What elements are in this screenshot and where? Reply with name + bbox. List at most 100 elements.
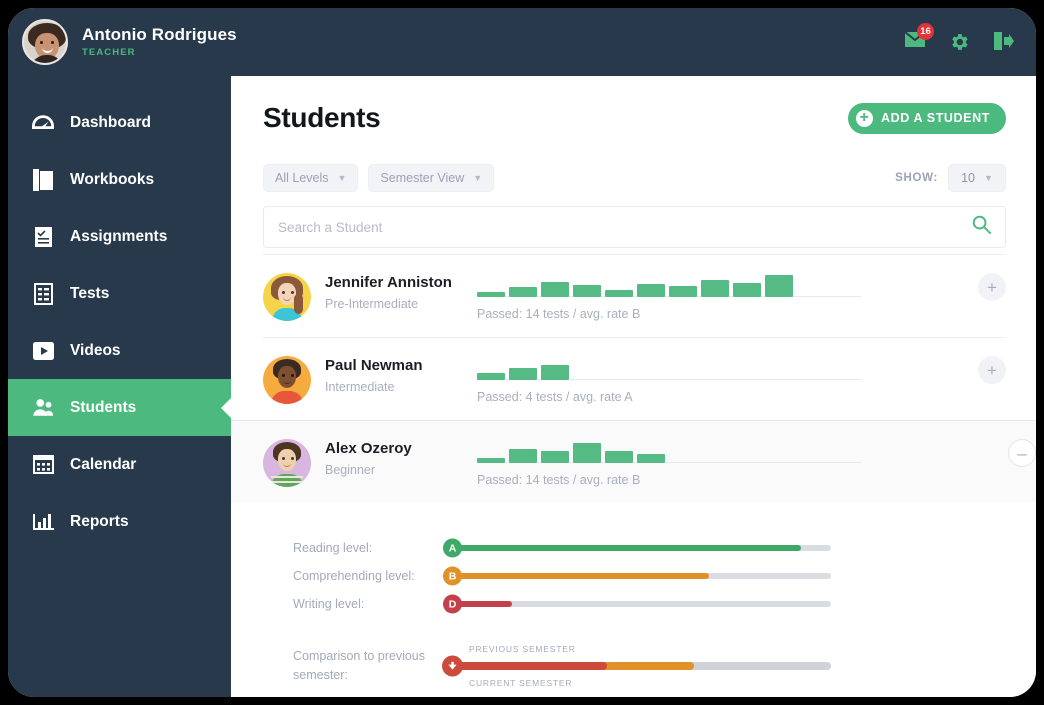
sparkline-bar — [477, 457, 505, 463]
sidebar-item-assignments[interactable]: Assignments — [8, 208, 231, 265]
decline-arrow-icon — [442, 655, 463, 677]
user-name: Antonio Rodrigues — [82, 24, 237, 44]
sidebar-item-reports[interactable]: Reports — [8, 493, 231, 550]
comparison-track[interactable] — [442, 655, 831, 677]
level-filter-dropdown[interactable]: All Levels ▼ — [263, 164, 359, 192]
student-level: Beginner — [325, 463, 376, 477]
avatar[interactable] — [263, 439, 311, 487]
sidebar-item-label: Workbooks — [70, 170, 155, 188]
sparkline-bar — [509, 448, 537, 463]
bar-chart-icon — [32, 511, 54, 533]
sparkline-bar — [541, 364, 569, 380]
expand-row-button[interactable]: + — [978, 273, 1006, 301]
sidebar-item-dashboard[interactable]: Dashboard — [8, 94, 231, 151]
avatar-eye-right — [51, 41, 54, 44]
student-level: Intermediate — [325, 380, 395, 394]
student-list: Jennifer Anniston Pre-Intermediate Passe… — [231, 254, 1036, 688]
avatar[interactable] — [263, 273, 311, 321]
grade-badge: B — [443, 566, 462, 586]
sparkline-bar — [541, 451, 569, 463]
student-identity: Paul Newman Intermediate — [325, 354, 477, 394]
score-sparkline — [477, 439, 861, 463]
sparkline-bar — [573, 285, 601, 297]
sidebar-item-label: Assignments — [70, 227, 168, 245]
add-a-student-button[interactable]: + ADD A STUDENT — [848, 102, 1006, 134]
skill-track[interactable]: A — [443, 538, 831, 558]
current-semester-fill — [451, 661, 607, 670]
sparkline-bar — [733, 282, 761, 297]
sparkline-bar — [541, 281, 569, 297]
skill-track[interactable]: B — [443, 566, 831, 586]
sparkline-bar — [701, 279, 729, 297]
chevron-down-icon: ▼ — [983, 173, 993, 183]
skill-fill — [451, 545, 801, 551]
expand-row-button[interactable]: + — [978, 356, 1006, 384]
show-count-dropdown[interactable]: 10 ▼ — [948, 164, 1006, 192]
sparkline-bar — [605, 451, 633, 463]
sparkline-bar — [477, 291, 505, 297]
main-content: Students + ADD A STUDENT All Levels ▼ Se… — [231, 76, 1036, 697]
page-header: Students + ADD A STUDENT — [263, 102, 1006, 134]
student-stats: Passed: 14 tests / avg. rate B — [477, 307, 641, 321]
sidebar-item-calendar[interactable]: Calendar — [8, 436, 231, 493]
body-row: Dashboard Workbooks Assignments Tests Vi… — [8, 76, 1036, 697]
sidebar-item-videos[interactable]: Videos — [8, 322, 231, 379]
sidebar-item-label: Tests — [70, 284, 110, 302]
avatar[interactable] — [22, 19, 68, 65]
sidebar-item-label: Students — [70, 398, 137, 416]
chevron-down-icon: ▼ — [337, 173, 347, 183]
skill-label: Reading level: — [293, 541, 373, 555]
students-icon — [32, 397, 54, 419]
app-window: Antonio Rodrigues TEACHER 16 Dashboard W… — [8, 8, 1036, 697]
skill-label: Comprehending level: — [293, 569, 415, 583]
show-count-value: 10 — [961, 171, 975, 185]
student-detail-panel: Reading level: A Comprehending level: B — [231, 538, 1036, 697]
logout-icon[interactable] — [992, 31, 1014, 53]
show-label: SHOW: — [895, 172, 938, 184]
skill-fill — [451, 573, 710, 579]
student-name: Jennifer Anniston — [325, 274, 452, 291]
current-semester-caption: CURRENT SEMESTER — [469, 677, 573, 688]
semester-view-label: Semester View — [380, 171, 465, 185]
avatar-eye-left — [40, 41, 43, 44]
sparkline-bar — [605, 290, 633, 297]
top-icon-group: 16 — [904, 23, 1014, 53]
sparkline-bar — [509, 287, 537, 297]
skill-row-comprehending: Comprehending level: B — [293, 566, 1036, 586]
sidebar-item-workbooks[interactable]: Workbooks — [8, 151, 231, 208]
student-row: Paul Newman Intermediate Passed: 4 tests… — [263, 337, 1006, 420]
search-icon[interactable] — [972, 215, 991, 239]
sparkline-bar — [637, 283, 665, 297]
sparkline-bar — [573, 443, 601, 463]
sparkline-bar — [637, 454, 665, 463]
grade-badge: D — [443, 594, 462, 614]
add-a-student-label: ADD A STUDENT — [881, 111, 990, 125]
sidebar-item-label: Reports — [70, 512, 129, 530]
sidebar-item-students[interactable]: Students — [8, 379, 231, 436]
test-sheet-icon — [32, 282, 54, 305]
semester-comparison-row: Comparison to previous semester: PREVIOU… — [293, 644, 1036, 688]
user-role: TEACHER — [82, 46, 136, 58]
comparison-label: Comparison to previous semester: — [293, 649, 426, 682]
avatar[interactable] — [263, 356, 311, 404]
student-name: Alex Ozeroy — [325, 440, 412, 457]
search-input[interactable] — [278, 219, 972, 235]
skill-track[interactable]: D — [443, 594, 831, 614]
semester-view-dropdown[interactable]: Semester View ▼ — [368, 164, 495, 192]
student-identity: Alex Ozeroy Beginner — [325, 437, 477, 477]
avatar-body — [30, 55, 64, 63]
collapse-row-button[interactable]: – — [1008, 439, 1036, 467]
user-block: Antonio Rodrigues TEACHER — [82, 24, 237, 58]
mail-icon[interactable]: 16 — [904, 23, 934, 53]
student-stats: Passed: 14 tests / avg. rate B — [477, 473, 641, 487]
speedometer-icon — [32, 112, 54, 134]
gear-icon[interactable] — [948, 31, 970, 53]
skill-label: Writing level: — [293, 597, 365, 611]
sparkline-bar — [765, 275, 793, 297]
search-box[interactable] — [263, 206, 1006, 248]
mail-badge: 16 — [917, 23, 934, 40]
score-sparkline — [477, 356, 861, 380]
video-play-icon — [32, 340, 54, 362]
chevron-down-icon: ▼ — [473, 173, 483, 183]
sidebar-item-tests[interactable]: Tests — [8, 265, 231, 322]
